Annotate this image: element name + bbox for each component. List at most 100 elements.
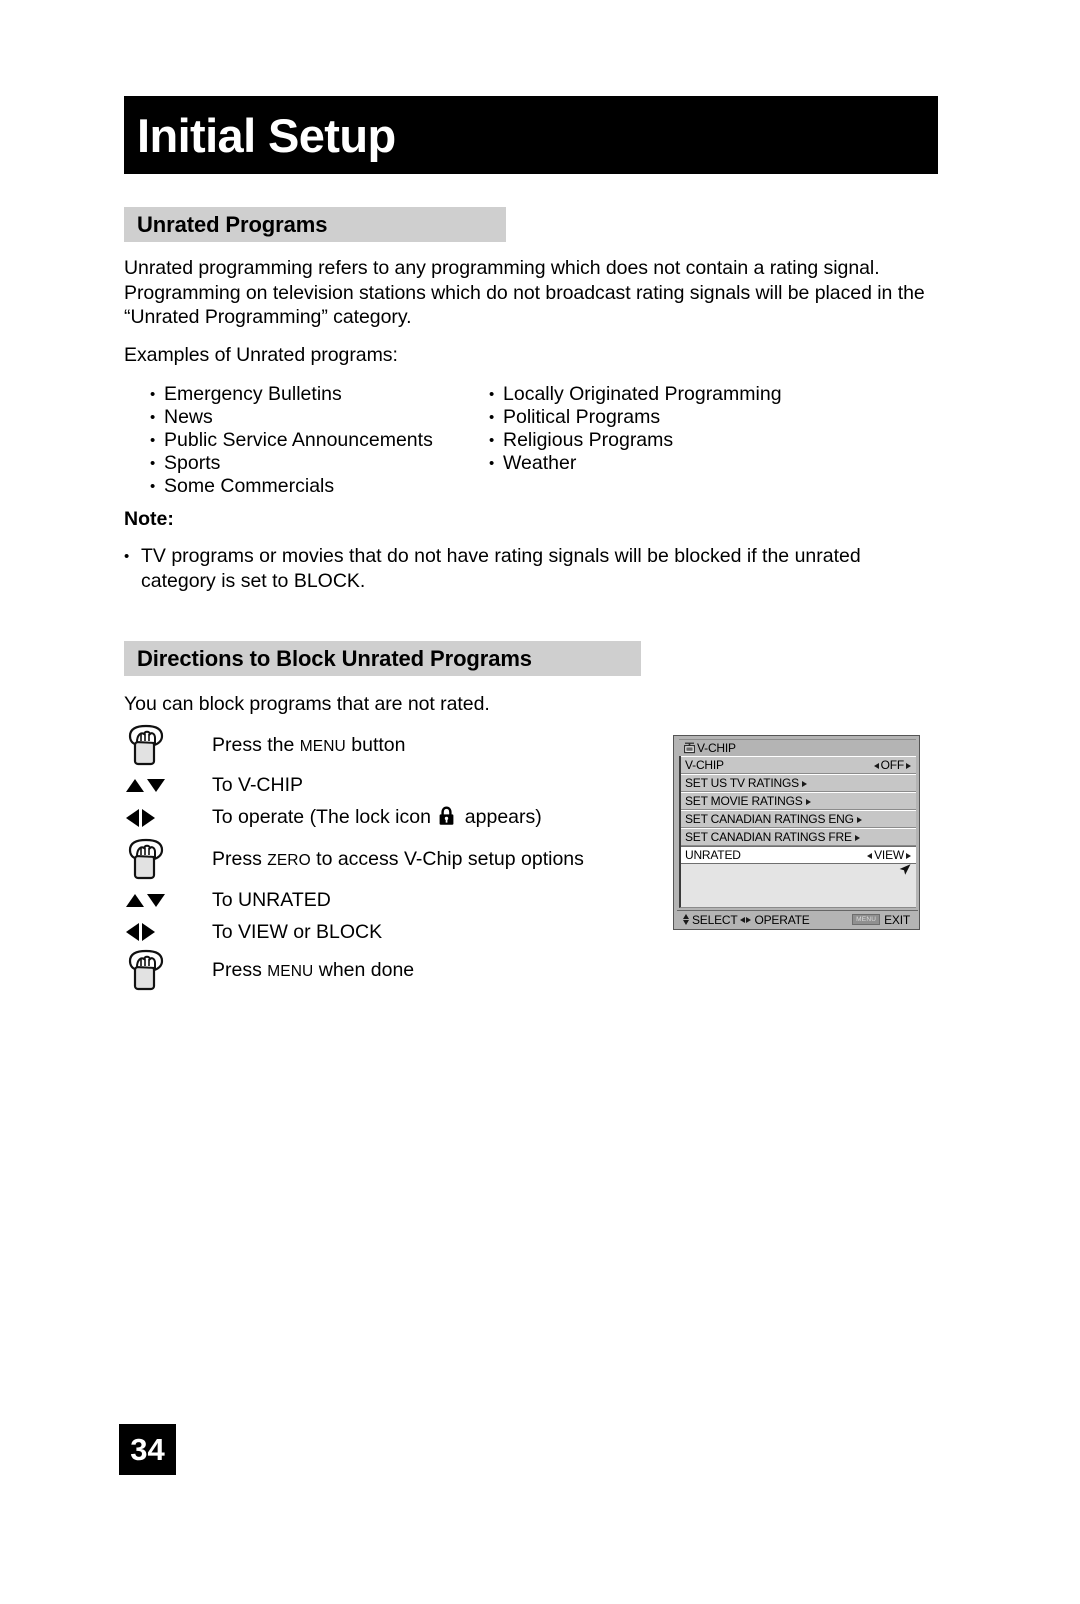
arrow-left-icon bbox=[126, 809, 139, 827]
arrow-left-icon bbox=[867, 853, 873, 859]
arrow-up-icon bbox=[126, 778, 144, 792]
osd-select-label: SELECT bbox=[692, 912, 738, 927]
bullet-icon: • bbox=[489, 432, 495, 449]
arrow-pair bbox=[126, 778, 165, 792]
osd-row-value: VIEW bbox=[867, 848, 913, 862]
list-item-label: Political Programs bbox=[503, 406, 661, 428]
vchip-osd-panel: V-CHIP V-CHIP OFF SET US TV RATINGS SET … bbox=[673, 735, 920, 930]
bullet-icon: • bbox=[150, 409, 156, 426]
osd-row-label: UNRATED bbox=[685, 848, 741, 862]
arrow-up-icon bbox=[683, 914, 689, 919]
cursor-pointer-icon bbox=[898, 863, 912, 881]
bullet-icon: • bbox=[150, 432, 156, 449]
step-row: Press the MENU button bbox=[124, 722, 644, 770]
section-heading-unrated-programs: Unrated Programs bbox=[124, 207, 506, 242]
bullet-icon: • bbox=[489, 386, 495, 403]
osd-footer-bar: SELECT OPERATE MENU EXIT bbox=[677, 910, 918, 928]
arrow-right-icon bbox=[142, 809, 155, 827]
osd-row-set-movie-ratings[interactable]: SET MOVIE RATINGS bbox=[681, 792, 916, 810]
bullet-icon: • bbox=[124, 548, 130, 565]
left-right-arrows-icon bbox=[124, 923, 212, 941]
tv-monitor-icon bbox=[684, 742, 695, 754]
arrow-left-icon bbox=[873, 763, 879, 769]
arrow-left-icon bbox=[126, 923, 139, 941]
step-label: To VIEW or BLOCK bbox=[212, 921, 383, 943]
osd-operate-label: OPERATE bbox=[754, 912, 810, 927]
step-row: To UNRATED bbox=[124, 884, 644, 916]
examples-list-right: • Locally Originated Programming • Polit… bbox=[489, 383, 849, 475]
osd-row-label: SET MOVIE RATINGS bbox=[685, 794, 811, 808]
section-heading-label: Unrated Programs bbox=[137, 211, 328, 237]
arrow-right-icon bbox=[142, 923, 155, 941]
step-row: To V-CHIP bbox=[124, 770, 644, 800]
list-item: • Some Commercials bbox=[150, 475, 480, 498]
list-item: • Weather bbox=[489, 452, 849, 475]
bullet-icon: • bbox=[150, 478, 156, 495]
osd-row-label: SET CANADIAN RATINGS ENG bbox=[685, 812, 862, 826]
arrow-right-icon bbox=[906, 763, 911, 769]
bullet-icon: • bbox=[489, 455, 495, 472]
list-item: • Locally Originated Programming bbox=[489, 383, 849, 406]
arrow-right-icon bbox=[906, 853, 911, 859]
osd-row-value: OFF bbox=[873, 758, 913, 772]
submenu-arrow-icon bbox=[805, 799, 811, 805]
list-item-label: Public Service Announcements bbox=[164, 429, 433, 451]
osd-empty-area bbox=[679, 864, 916, 908]
list-item: • Sports bbox=[150, 452, 480, 475]
list-item-label: Emergency Bulletins bbox=[164, 383, 342, 405]
osd-row-label: SET US TV RATINGS bbox=[685, 776, 808, 790]
submenu-arrow-icon bbox=[856, 817, 862, 823]
step-row: To operate (The lock icon appears) bbox=[124, 800, 644, 836]
list-item: • Public Service Announcements bbox=[150, 429, 480, 452]
osd-row-set-canadian-ratings-eng[interactable]: SET CANADIAN RATINGS ENG bbox=[681, 810, 916, 828]
arrow-down-icon bbox=[683, 920, 689, 925]
osd-menu-list: V-CHIP OFF SET US TV RATINGS SET MOVIE R… bbox=[679, 756, 916, 864]
hand-press-button-icon bbox=[124, 838, 212, 882]
document-page: Initial Setup Unrated Programs Unrated p… bbox=[0, 0, 1080, 1604]
osd-row-set-us-tv-ratings[interactable]: SET US TV RATINGS bbox=[681, 774, 916, 792]
submenu-arrow-icon bbox=[854, 835, 860, 841]
list-item-label: TV programs or movies that do not have r… bbox=[141, 545, 861, 592]
step-label: Press ZERO to access V-Chip setup option… bbox=[212, 848, 584, 870]
bullet-icon: • bbox=[150, 386, 156, 403]
menu-button-chip: MENU bbox=[852, 914, 881, 925]
osd-row-label: V-CHIP bbox=[685, 758, 724, 772]
left-right-arrows-icon bbox=[124, 809, 212, 827]
hand-press-button-icon bbox=[124, 724, 212, 768]
list-item-label: Some Commercials bbox=[164, 475, 335, 497]
osd-footer-left: SELECT OPERATE bbox=[677, 913, 810, 927]
hand-press-button-icon bbox=[124, 949, 212, 993]
step-label: To V-CHIP bbox=[212, 774, 304, 796]
list-item-label: Weather bbox=[503, 452, 577, 474]
note-heading: Note: bbox=[124, 508, 174, 530]
examples-label: Examples of Unrated programs: bbox=[124, 344, 398, 366]
osd-row-set-canadian-ratings-fre[interactable]: SET CANADIAN RATINGS FRE bbox=[681, 828, 916, 846]
page-number-badge: 34 bbox=[119, 1424, 176, 1475]
note-list: • TV programs or movies that do not have… bbox=[124, 544, 936, 594]
arrow-left-icon bbox=[740, 916, 746, 923]
directions-intro-paragraph: You can block programs that are not rate… bbox=[124, 693, 490, 715]
arrow-pair bbox=[126, 809, 155, 827]
osd-row-vchip[interactable]: V-CHIP OFF bbox=[681, 756, 916, 774]
arrow-right-icon bbox=[746, 916, 752, 923]
page-title: Initial Setup bbox=[137, 108, 396, 162]
unrated-intro-paragraph: Unrated programming refers to any progra… bbox=[124, 257, 925, 328]
osd-row-label: SET CANADIAN RATINGS FRE bbox=[685, 830, 860, 844]
step-label: To operate (The lock icon appears) bbox=[212, 805, 542, 832]
step-row: To VIEW or BLOCK bbox=[124, 916, 644, 948]
examples-list-left: • Emergency Bulletins • News • Public Se… bbox=[150, 383, 480, 498]
list-item: • Emergency Bulletins bbox=[150, 383, 480, 406]
list-item: • Religious Programs bbox=[489, 429, 849, 452]
section-heading-label: Directions to Block Unrated Programs bbox=[137, 645, 532, 671]
osd-exit-label: EXIT bbox=[884, 912, 910, 927]
osd-row-unrated[interactable]: UNRATED VIEW bbox=[681, 846, 916, 864]
osd-footer-right: MENU EXIT bbox=[852, 913, 918, 927]
lock-icon bbox=[438, 805, 455, 832]
submenu-arrow-icon bbox=[802, 781, 808, 787]
list-item: • Political Programs bbox=[489, 406, 849, 429]
list-item-label: Religious Programs bbox=[503, 429, 674, 451]
directions-steps-list: Press the MENU button To V-CHIP To opera… bbox=[124, 722, 644, 994]
list-item-label: News bbox=[164, 406, 213, 428]
section-heading-directions: Directions to Block Unrated Programs bbox=[124, 641, 641, 676]
list-item-label: Sports bbox=[164, 452, 221, 474]
